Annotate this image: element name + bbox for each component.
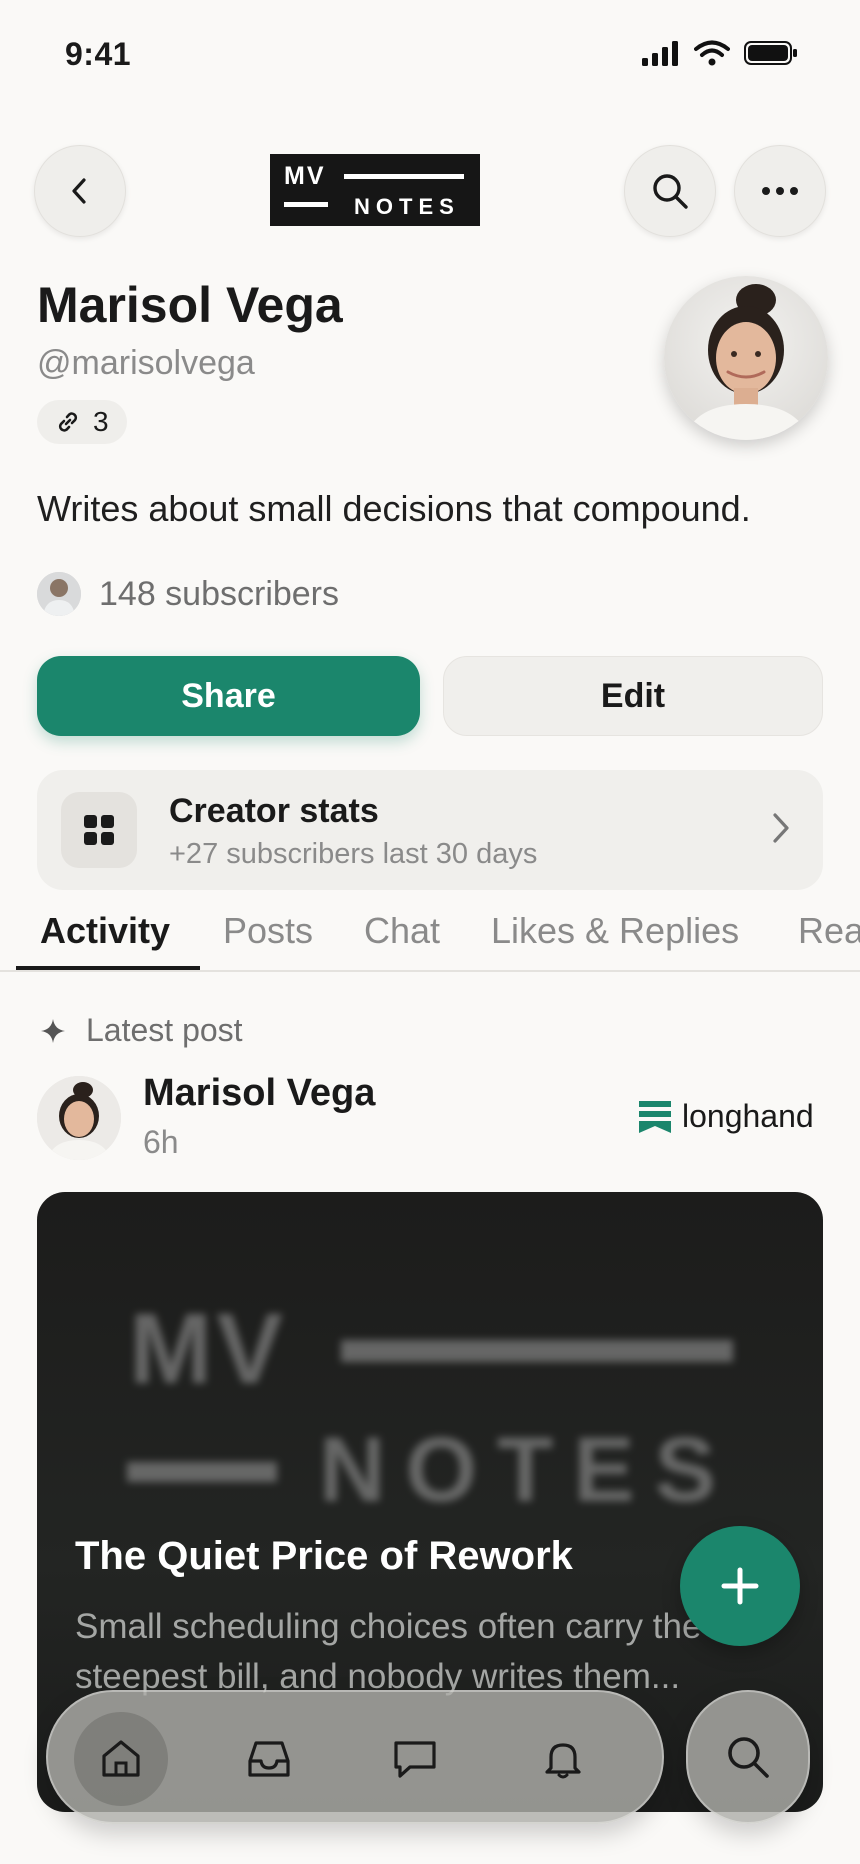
home-icon [102,1740,140,1777]
share-button[interactable]: Share [37,656,420,736]
profile-bio: Writes about small decisions that compou… [37,488,751,529]
profile-handle: @marisolvega [37,344,255,382]
nav-inbox[interactable] [222,1712,316,1806]
profile-name: Marisol Vega [37,277,343,333]
logo-bottom-text: NOTES [354,194,460,219]
links-badge[interactable]: 3 [37,400,127,444]
profile-photo [684,284,810,440]
post-author-name[interactable]: Marisol Vega [143,1072,375,1115]
cellular-signal-icon [642,41,678,66]
logo-top-text: MV [284,162,326,190]
search-icon [728,1737,769,1778]
back-button[interactable] [34,145,126,237]
publication-name: longhand [682,1098,814,1134]
more-horizontal-icon [762,187,798,195]
chat-icon [394,1741,436,1778]
sparkle-icon [41,1018,65,1043]
post-author-avatar[interactable] [37,1076,121,1160]
subscribers-count: 148 subscribers [99,574,340,613]
inbox-icon [248,1741,290,1777]
dashboard-icon [61,792,137,868]
more-options-button[interactable] [734,145,826,237]
subscribers-row[interactable]: 148 subscribers [37,572,339,616]
compose-button[interactable] [680,1526,800,1646]
nav-home[interactable] [74,1712,168,1806]
latest-post-label: Latest post [40,1012,243,1049]
creator-stats-card[interactable]: Creator stats +27 subscribers last 30 da… [37,770,823,890]
chevron-right-icon [773,813,789,843]
status-time: 9:41 [65,36,132,72]
plus-icon [721,1567,759,1605]
profile-avatar[interactable] [664,276,828,440]
tab-activity[interactable]: Activity [40,910,170,952]
wifi-icon [694,40,730,66]
cover-logo-line [127,1462,277,1482]
logo-line [284,202,328,207]
tab-chat[interactable]: Chat [364,910,440,952]
chevron-left-icon [72,178,86,204]
profile-tabs: Activity Posts Chat Likes & Replies Rea [0,902,860,972]
cover-logo-bottom: NOTES [319,1419,736,1521]
nav-notifications[interactable] [516,1712,610,1806]
links-count: 3 [93,406,109,437]
tab-posts[interactable]: Posts [223,910,313,952]
publication-tag[interactable]: longhand [638,1098,814,1135]
creator-stats-title: Creator stats [169,792,379,830]
post-timestamp: 6h [143,1124,179,1160]
search-button[interactable] [624,145,716,237]
latest-post-text: Latest post [86,1012,243,1048]
cover-logo-line [341,1340,733,1362]
edit-button[interactable]: Edit [443,656,823,736]
status-bar: 9:41 [0,0,860,110]
tab-reads[interactable]: Rea [798,910,860,952]
battery-icon [744,41,797,65]
link-icon [58,412,78,432]
creator-stats-subtitle: +27 subscribers last 30 days [169,838,538,870]
logo-line [344,174,464,179]
search-icon [653,174,688,209]
bottom-nav [46,1690,664,1824]
cover-logo-top: MV [129,1293,287,1405]
tab-likes-replies[interactable]: Likes & Replies [491,910,739,952]
status-icons [642,40,798,66]
post-title: The Quiet Price of Rework [75,1534,573,1578]
publication-logo-icon [639,1100,671,1133]
nav-chat[interactable] [368,1712,462,1806]
active-tab-indicator [16,966,200,970]
bell-icon [545,1743,581,1779]
subscriber-avatar [37,572,81,616]
post-excerpt: Small scheduling choices often carry the… [75,1607,702,1696]
nav-search-button[interactable] [686,1690,810,1824]
publication-logo[interactable]: MV NOTES [270,154,480,226]
